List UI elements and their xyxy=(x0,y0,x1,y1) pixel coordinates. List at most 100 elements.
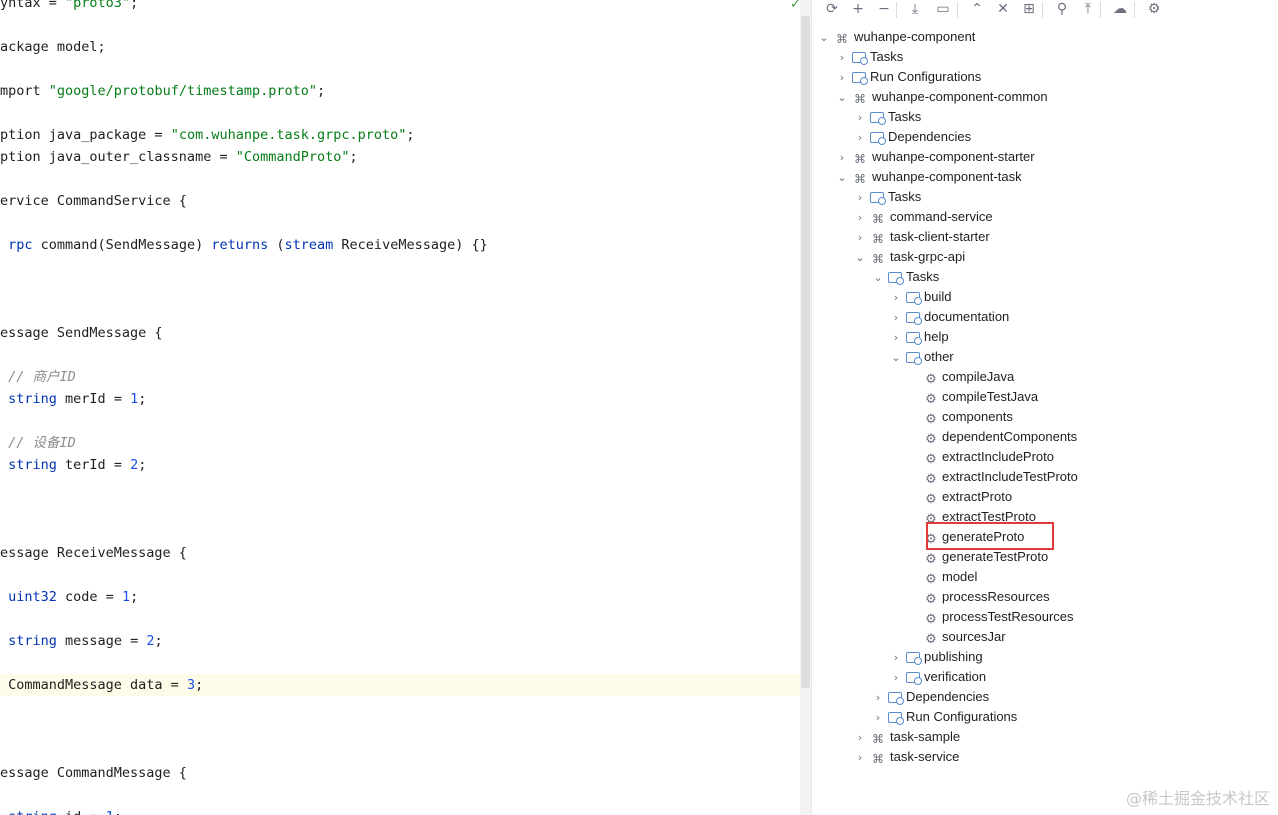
chevron-right-icon[interactable]: › xyxy=(854,228,866,248)
code-line[interactable]: ption java_outer_classname = "CommandPro… xyxy=(0,146,800,168)
tree-folder-item[interactable]: › Tasks xyxy=(836,47,903,67)
expand-all-icon[interactable]: ⌃ xyxy=(967,0,987,20)
tree-project-item[interactable]: ⌄ ⌘ wuhanpe-component xyxy=(818,27,975,47)
tree-project-item[interactable]: › ⌘ task-client-starter xyxy=(854,227,990,247)
code-line[interactable]: ackage model; xyxy=(0,36,800,58)
tree-task-item[interactable]: ⚙ processResources xyxy=(908,587,1049,607)
chevron-right-icon[interactable]: › xyxy=(890,648,902,668)
tree-task-item[interactable]: ⚙ components xyxy=(908,407,1013,427)
code-text: ; xyxy=(138,457,147,473)
chevron-right-icon[interactable]: › xyxy=(890,288,902,308)
tree-folder-item[interactable]: › verification xyxy=(890,667,986,687)
folder-icon xyxy=(906,292,922,305)
code-line[interactable]: mport "google/protobuf/timestamp.proto"; xyxy=(0,80,800,102)
chevron-right-icon[interactable]: › xyxy=(890,328,902,348)
chevron-down-icon[interactable]: ⌄ xyxy=(872,268,884,288)
tree-task-item[interactable]: ⚙ compileJava xyxy=(908,367,1014,387)
tree-folder-item[interactable]: › build xyxy=(890,287,951,307)
tree-folder-item[interactable]: › Run Configurations xyxy=(836,67,981,87)
gear-icon: ⚙ xyxy=(925,592,937,607)
settings-icon[interactable]: ⚙ xyxy=(1144,0,1164,20)
chevron-right-icon[interactable]: › xyxy=(854,108,866,128)
reload-icon[interactable]: ⟳ xyxy=(822,0,842,20)
chevron-right-icon[interactable]: › xyxy=(854,188,866,208)
code-line[interactable]: ervice CommandService { xyxy=(0,190,800,212)
tree-folder-item[interactable]: ⌄ Tasks xyxy=(872,267,939,287)
tree-folder-item[interactable]: › Dependencies xyxy=(872,687,989,707)
tree-project-item[interactable]: ⌄ ⌘ task-grpc-api xyxy=(854,247,965,267)
chevron-down-icon[interactable]: ⌄ xyxy=(836,88,848,108)
chevron-right-icon[interactable]: › xyxy=(854,748,866,768)
execute-task-icon[interactable]: ▭ xyxy=(933,0,953,20)
code-editor[interactable]: yntax = "proto3"; ackage model; mport "goo… xyxy=(0,0,800,815)
chevron-down-icon[interactable]: ⌄ xyxy=(818,28,830,48)
tree-folder-item[interactable]: › Dependencies xyxy=(854,127,971,147)
tree-folder-item[interactable]: › documentation xyxy=(890,307,1009,327)
add-icon[interactable]: + xyxy=(848,0,868,20)
tree-project-item[interactable]: › ⌘ task-sample xyxy=(854,727,960,747)
tree-task-item[interactable]: ⚙ generateTestProto xyxy=(908,547,1048,567)
code-line[interactable]: string message = 2; xyxy=(0,630,800,652)
collapse-all-icon[interactable]: ✕ xyxy=(993,0,1013,20)
code-line[interactable]: string id = 1; xyxy=(0,806,800,815)
tree-project-item[interactable]: › ⌘ command-service xyxy=(854,207,993,227)
tree-task-item[interactable]: ⚙ sourcesJar xyxy=(908,627,1005,647)
chevron-right-icon[interactable]: › xyxy=(890,308,902,328)
chevron-right-icon[interactable]: › xyxy=(854,208,866,228)
tree-task-item[interactable]: ⚙ compileTestJava xyxy=(908,387,1038,407)
tree-project-item[interactable]: › ⌘ task-service xyxy=(854,747,960,768)
tree-project-item[interactable]: › ⌘ wuhanpe-component-starter xyxy=(836,147,1035,167)
chevron-right-icon[interactable]: › xyxy=(890,668,902,688)
tree-task-item[interactable]: ⚙ extractProto xyxy=(908,487,1012,507)
tree-task-item[interactable]: ⚙ dependentComponents xyxy=(908,427,1077,447)
code-line[interactable]: CommandMessage data = 3; xyxy=(0,674,800,696)
chevron-down-icon[interactable]: ⌄ xyxy=(836,168,848,188)
tree-task-item[interactable]: ⚙ extractIncludeTestProto xyxy=(908,467,1078,487)
code-text: essage CommandMessage { xyxy=(0,765,187,781)
tree-project-item[interactable]: ⌄ ⌘ wuhanpe-component-common xyxy=(836,87,1047,108)
offline-icon[interactable]: ☁ xyxy=(1110,0,1130,20)
code-line[interactable]: essage CommandMessage { xyxy=(0,762,800,784)
code-line[interactable]: rpc command(SendMessage) returns (stream… xyxy=(0,234,800,256)
chevron-right-icon[interactable]: › xyxy=(872,708,884,728)
chevron-right-icon[interactable]: › xyxy=(854,728,866,748)
code-line[interactable]: // 商户ID xyxy=(0,366,800,388)
tree-folder-item[interactable]: › Tasks xyxy=(854,107,921,127)
chevron-right-icon[interactable]: › xyxy=(836,68,848,88)
tree-folder-item[interactable]: › publishing xyxy=(890,647,983,667)
code-line[interactable]: // 设备ID xyxy=(0,432,800,454)
code-line[interactable]: string merId = 1; xyxy=(0,388,800,410)
tree-task-item[interactable]: ⚙ extractIncludeProto xyxy=(908,447,1054,467)
tree-folder-item[interactable]: › Tasks xyxy=(854,187,921,207)
code-line[interactable]: essage SendMessage { xyxy=(0,322,800,344)
tree-folder-item[interactable]: › Run Configurations xyxy=(872,707,1017,727)
code-line[interactable]: string terId = 2; xyxy=(0,454,800,476)
code-line[interactable]: essage ReceiveMessage { xyxy=(0,542,800,564)
code-line[interactable]: ption java_package = "com.wuhanpe.task.g… xyxy=(0,124,800,146)
chevron-right-icon[interactable]: › xyxy=(854,128,866,148)
chevron-right-icon[interactable]: › xyxy=(836,148,848,168)
tree-item-label: Run Configurations xyxy=(870,69,982,84)
code-line[interactable]: uint32 code = 1; xyxy=(0,586,800,608)
selection-highlight-box xyxy=(926,522,1054,550)
remove-icon[interactable]: − xyxy=(874,0,894,20)
editor-scrollbar-thumb[interactable] xyxy=(801,16,810,688)
chevron-right-icon[interactable]: › xyxy=(872,688,884,708)
dependencies-icon[interactable]: ⚲ xyxy=(1052,0,1072,20)
chevron-right-icon[interactable]: › xyxy=(836,48,848,68)
download-icon[interactable]: ⤓ xyxy=(905,0,925,20)
code-keyword: rpc xyxy=(8,237,33,253)
folder-icon xyxy=(906,332,922,345)
chevron-down-icon[interactable]: ⌄ xyxy=(890,348,902,368)
tree-task-item[interactable]: ⚙ processTestResources xyxy=(908,607,1073,627)
link-project-icon[interactable]: ⊞ xyxy=(1019,0,1039,20)
tree-item-label: other xyxy=(924,349,954,364)
code-line[interactable]: yntax = "proto3"; xyxy=(0,0,800,14)
chevron-down-icon[interactable]: ⌄ xyxy=(854,248,866,268)
tree-folder-item[interactable]: ⌄ other xyxy=(890,347,954,367)
tree-task-item[interactable]: ⚙ model xyxy=(908,567,977,587)
tree-folder-item[interactable]: › help xyxy=(890,327,949,347)
tree-project-item[interactable]: ⌄ ⌘ wuhanpe-component-task xyxy=(836,167,1021,188)
show-top-icon[interactable]: ⤒ xyxy=(1078,0,1098,20)
